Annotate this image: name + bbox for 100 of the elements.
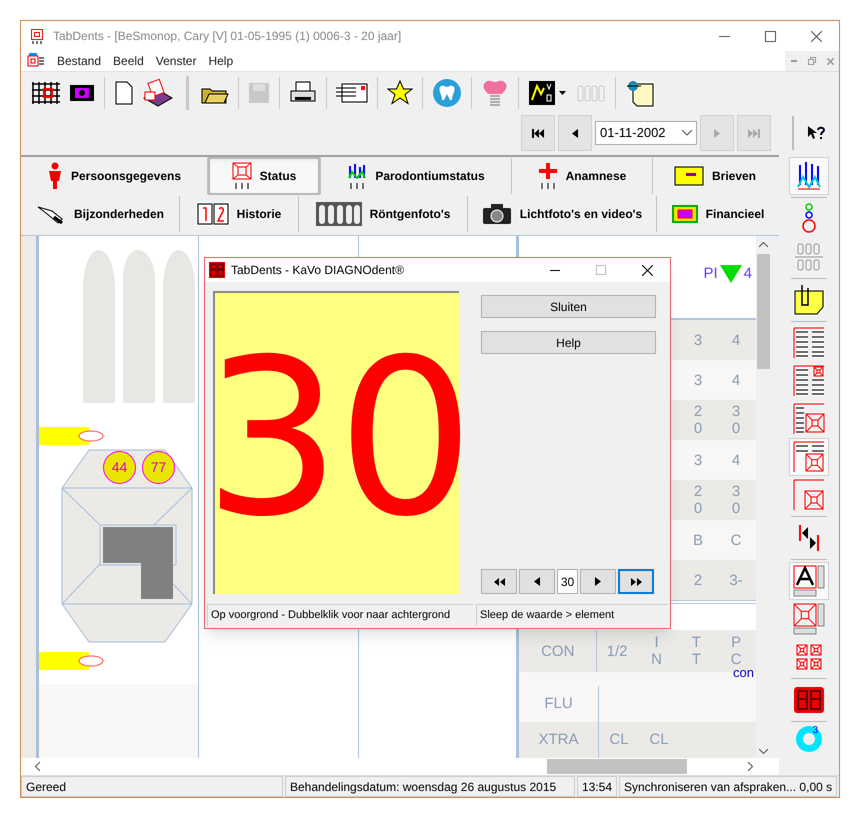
menu-item[interactable]: Beeld [107, 52, 150, 70]
implant-tooth-icon [481, 78, 509, 108]
star-icon [387, 80, 413, 106]
tab[interactable]: Historie [180, 195, 298, 233]
cross-icon [538, 162, 558, 190]
nav-button[interactable] [521, 115, 555, 151]
tab[interactable]: Brieven [653, 157, 777, 195]
x-ray-film-icon [316, 202, 362, 226]
gum-teeth-icon [347, 162, 368, 190]
status-text: Behandelingsdatum: woensdag 26 augustus 2015 [285, 776, 575, 797]
count-label: 3 [812, 725, 818, 737]
first-icon [532, 128, 544, 138]
right-triangle-icon [595, 577, 601, 586]
list-icon [792, 326, 826, 360]
tab[interactable]: Bijzonderheden [21, 195, 179, 233]
table-cell-text: 3 [692, 332, 704, 348]
column-header: I N [650, 633, 663, 670]
date-dropdown[interactable]: 01-11-2002 [595, 121, 697, 145]
table-cell-text: C [730, 532, 742, 548]
right-triangle-icon [714, 128, 720, 138]
tab[interactable]: Anamnese [512, 157, 652, 195]
step-button[interactable] [618, 569, 654, 594]
side-toolbar-button[interactable] [789, 562, 829, 600]
close-icon [810, 30, 822, 42]
nav-button[interactable] [558, 115, 592, 151]
dialog-button[interactable]: Sluiten [481, 295, 656, 318]
rewind-icon [494, 578, 504, 586]
camera-icon [482, 203, 512, 225]
minimize-icon [791, 60, 797, 62]
maximize-icon [764, 30, 776, 42]
dialog-button[interactable]: Help [481, 331, 656, 354]
menu-item[interactable]: Help [202, 52, 240, 70]
down-triangle-icon [720, 265, 742, 283]
chevron-down-icon [682, 130, 692, 136]
status-text: Synchroniseren van afspraken... 0,00 s [619, 776, 837, 797]
tooth-icon [432, 78, 462, 108]
status-text: Sleep de waarde > element [476, 604, 668, 626]
grid-icon [31, 80, 61, 106]
paperclip-note-icon [792, 283, 826, 317]
menu-item[interactable]: Venster [150, 52, 202, 70]
value-field[interactable]: 30 [557, 569, 578, 594]
pi-label: PI [703, 264, 718, 284]
ring-button[interactable]: 3 [796, 726, 822, 752]
marker-bar [39, 427, 89, 445]
list-icon [792, 402, 826, 436]
ellipse-icon [77, 429, 105, 443]
tab[interactable]: Röntgenfoto's [299, 195, 467, 233]
film-camera-icon [69, 82, 95, 102]
tab[interactable]: Persoonsgegevens [21, 157, 207, 195]
step-button[interactable] [481, 569, 517, 594]
scrollbar-thumb[interactable] [757, 254, 770, 369]
tab[interactable]: Parodontiumstatus [321, 157, 511, 195]
document-icon [27, 53, 45, 69]
horizontal-scrollbar[interactable] [21, 758, 779, 775]
table-cell-text: 3 0 [730, 483, 742, 517]
left-triangle-icon [572, 128, 578, 138]
blank-page-icon [114, 80, 134, 104]
restore-icon [808, 57, 816, 65]
list-icon [792, 364, 826, 398]
chevron-down-icon [759, 748, 768, 754]
menu-item[interactable]: Bestand [51, 52, 108, 70]
close-icon [826, 58, 834, 64]
scrollbar-thumb[interactable] [547, 759, 687, 774]
last-icon [748, 128, 760, 138]
ellipse-icon [77, 654, 105, 668]
status-text: Op voorgrond - Dubbelklik voor naar achtergrond [207, 604, 473, 626]
table-cell-text: 4 [730, 452, 742, 468]
banknote-icon [672, 205, 698, 223]
table-cell-text: 2 [692, 572, 704, 588]
fast-forward-icon [630, 578, 642, 586]
tab[interactable]: Financieel [657, 195, 779, 233]
step-button[interactable] [580, 569, 616, 594]
chevron-up-icon [759, 242, 768, 248]
step-button[interactable] [519, 569, 555, 594]
tab[interactable]: Status [208, 157, 320, 195]
list-icon [792, 440, 826, 474]
envelope-icon [674, 166, 704, 186]
font-size-icon [792, 564, 826, 598]
tab[interactable]: Lichtfoto's en video's [468, 195, 656, 233]
table-cell-text: 3 [692, 372, 704, 388]
status-chart-icon [792, 602, 826, 636]
close-icon [642, 264, 652, 276]
table-cell-text: 2 0 [692, 483, 704, 517]
marker-bar [39, 652, 89, 670]
chevron-right-icon [747, 762, 753, 771]
reading-display: 30 [213, 291, 459, 594]
maximize-icon [596, 265, 606, 275]
dialog-title: TabDents - KaVo DIAGNOdent® [231, 262, 404, 279]
numbered-book-icon [196, 203, 229, 225]
side-toolbar-button[interactable] [789, 438, 829, 476]
columns-icon [576, 82, 606, 102]
status-chart-icon [792, 478, 826, 512]
side-toolbar-button[interactable] [789, 157, 829, 195]
table-cell-text: 2 0 [692, 403, 704, 437]
table-cell-text: B [692, 532, 704, 548]
table-cell-text: CL [648, 730, 670, 750]
column-header: 1/2 [606, 642, 628, 662]
chevron-left-icon [35, 762, 41, 771]
help-pointer-icon[interactable] [807, 125, 825, 141]
left-triangle-icon [534, 577, 540, 586]
